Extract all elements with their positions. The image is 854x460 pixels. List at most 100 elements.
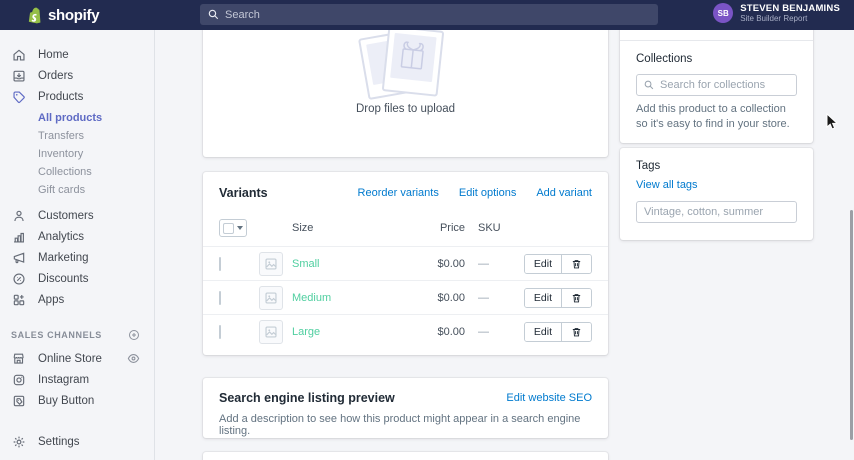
sidebar-item-label: Products: [38, 91, 83, 103]
sales-channels-label: SALES CHANNELS: [11, 330, 102, 340]
sidebar-item-apps[interactable]: Apps: [0, 289, 154, 310]
sidebar-item-customers[interactable]: Customers: [0, 205, 154, 226]
add-channel-icon[interactable]: [128, 329, 140, 341]
variant-price: $0.00: [423, 258, 465, 270]
search-icon: [644, 80, 654, 90]
tags-card: Tags View all tags: [620, 148, 813, 240]
variant-link[interactable]: Large: [292, 326, 320, 338]
collections-search-input[interactable]: [636, 74, 797, 96]
shopify-logo[interactable]: shopify: [26, 6, 99, 25]
add-variant-link[interactable]: Add variant: [536, 187, 592, 199]
variant-row-large: Large $0.00 — Edit: [203, 314, 608, 348]
sidebar-item-online-store[interactable]: Online Store: [0, 348, 154, 369]
home-icon: [11, 47, 26, 62]
sidebar-item-inventory[interactable]: Inventory: [0, 145, 154, 163]
variant-image-placeholder-icon[interactable]: [259, 286, 283, 310]
column-header-size: Size: [292, 222, 423, 234]
row-checkbox[interactable]: [219, 257, 221, 271]
row-checkbox[interactable]: [219, 325, 221, 339]
sidebar-item-orders[interactable]: Orders: [0, 65, 154, 86]
delete-variant-button[interactable]: [561, 255, 591, 273]
variant-row-medium: Medium $0.00 — Edit: [203, 280, 608, 314]
variant-price: $0.00: [423, 326, 465, 338]
seo-card: Search engine listing preview Edit websi…: [203, 378, 608, 438]
collections-card: Collections Add this product to a collec…: [620, 18, 813, 143]
variants-title: Variants: [219, 186, 268, 200]
edit-website-seo-link[interactable]: Edit website SEO: [506, 392, 592, 404]
sidebar-item-label: Home: [38, 49, 69, 61]
chevron-down-icon: [237, 226, 243, 230]
variant-price: $0.00: [423, 292, 465, 304]
shopify-bag-icon: [26, 6, 43, 25]
sidebar-item-settings[interactable]: Settings: [0, 431, 154, 452]
select-all-dropdown[interactable]: [219, 219, 247, 237]
apps-icon: [11, 292, 26, 307]
variant-link[interactable]: Medium: [292, 292, 331, 304]
sidebar-item-label: Buy Button: [38, 395, 94, 407]
tags-field[interactable]: [644, 206, 789, 218]
user-menu[interactable]: SB STEVEN BENJAMINS Site Builder Report: [713, 3, 840, 23]
sidebar-item-analytics[interactable]: Analytics: [0, 226, 154, 247]
customers-icon: [11, 208, 26, 223]
buy-button-icon: [11, 393, 26, 408]
variant-sku: —: [478, 292, 518, 304]
tags-input[interactable]: [636, 201, 797, 223]
sidebar-item-home[interactable]: Home: [0, 44, 154, 65]
sidebar-item-label: Orders: [38, 70, 73, 82]
variants-table-header: Size Price SKU: [203, 210, 608, 246]
sidebar-item-instagram[interactable]: Instagram: [0, 369, 154, 390]
delete-variant-button[interactable]: [561, 289, 591, 307]
store-name: Site Builder Report: [740, 14, 840, 23]
instagram-icon: [11, 372, 26, 387]
sidebar-item-label: Settings: [38, 436, 80, 448]
collections-title: Collections: [636, 53, 797, 65]
seo-description: Add a description to see how this produc…: [203, 413, 608, 437]
tags-title: Tags: [636, 160, 797, 172]
sales-channels-header: SALES CHANNELS: [0, 327, 154, 343]
edit-options-link[interactable]: Edit options: [459, 187, 516, 199]
scrollbar-thumb[interactable]: [850, 210, 853, 440]
sidebar-item-label: Marketing: [38, 252, 89, 264]
column-header-sku: SKU: [478, 222, 518, 234]
sidebar-item-buy-button[interactable]: Buy Button: [0, 390, 154, 411]
collections-search-field[interactable]: [660, 79, 789, 91]
search-placeholder: Search: [225, 9, 260, 21]
global-search-input[interactable]: Search: [200, 4, 658, 25]
collections-help-text: Add this product to a collection so it's…: [636, 102, 797, 132]
row-checkbox[interactable]: [219, 291, 221, 305]
edit-variant-button[interactable]: Edit: [525, 323, 561, 341]
upload-images-illustration: [361, 26, 451, 104]
sidebar-item-label: Apps: [38, 294, 64, 306]
edit-variant-button[interactable]: Edit: [525, 255, 561, 273]
sidebar-item-label: Online Store: [38, 353, 102, 365]
reorder-variants-link[interactable]: Reorder variants: [358, 187, 439, 199]
discounts-icon: [11, 271, 26, 286]
online-store-icon: [11, 351, 26, 366]
topbar: shopify Search SB STEVEN BENJAMINS Site …: [0, 0, 854, 30]
user-name: STEVEN BENJAMINS: [740, 3, 840, 14]
sidebar-item-label: Customers: [38, 210, 94, 222]
sidebar-item-discounts[interactable]: Discounts: [0, 268, 154, 289]
edit-variant-button[interactable]: Edit: [525, 289, 561, 307]
sidebar-item-all-products[interactable]: All products: [0, 109, 154, 127]
orders-icon: [11, 68, 26, 83]
variant-image-placeholder-icon[interactable]: [259, 252, 283, 276]
sidebar-item-products[interactable]: Products: [0, 86, 154, 107]
variants-card: Variants Reorder variants Edit options A…: [203, 172, 608, 355]
sidebar-item-transfers[interactable]: Transfers: [0, 127, 154, 145]
select-all-checkbox[interactable]: [223, 223, 234, 234]
sidebar-item-collections[interactable]: Collections: [0, 163, 154, 181]
shopify-wordmark: shopify: [48, 7, 99, 24]
sidebar-item-label: Instagram: [38, 374, 89, 386]
view-online-store-icon[interactable]: [127, 352, 140, 365]
delete-variant-button[interactable]: [561, 323, 591, 341]
avatar: SB: [713, 3, 733, 23]
sidebar-item-marketing[interactable]: Marketing: [0, 247, 154, 268]
variant-link[interactable]: Small: [292, 258, 320, 270]
sidebar: Home Orders Products All products Transf…: [0, 30, 155, 460]
variant-image-placeholder-icon[interactable]: [259, 320, 283, 344]
view-all-tags-link[interactable]: View all tags: [636, 179, 698, 191]
marketing-icon: [11, 250, 26, 265]
drop-files-label: Drop files to upload: [203, 103, 608, 115]
sidebar-item-gift-cards[interactable]: Gift cards: [0, 181, 154, 199]
